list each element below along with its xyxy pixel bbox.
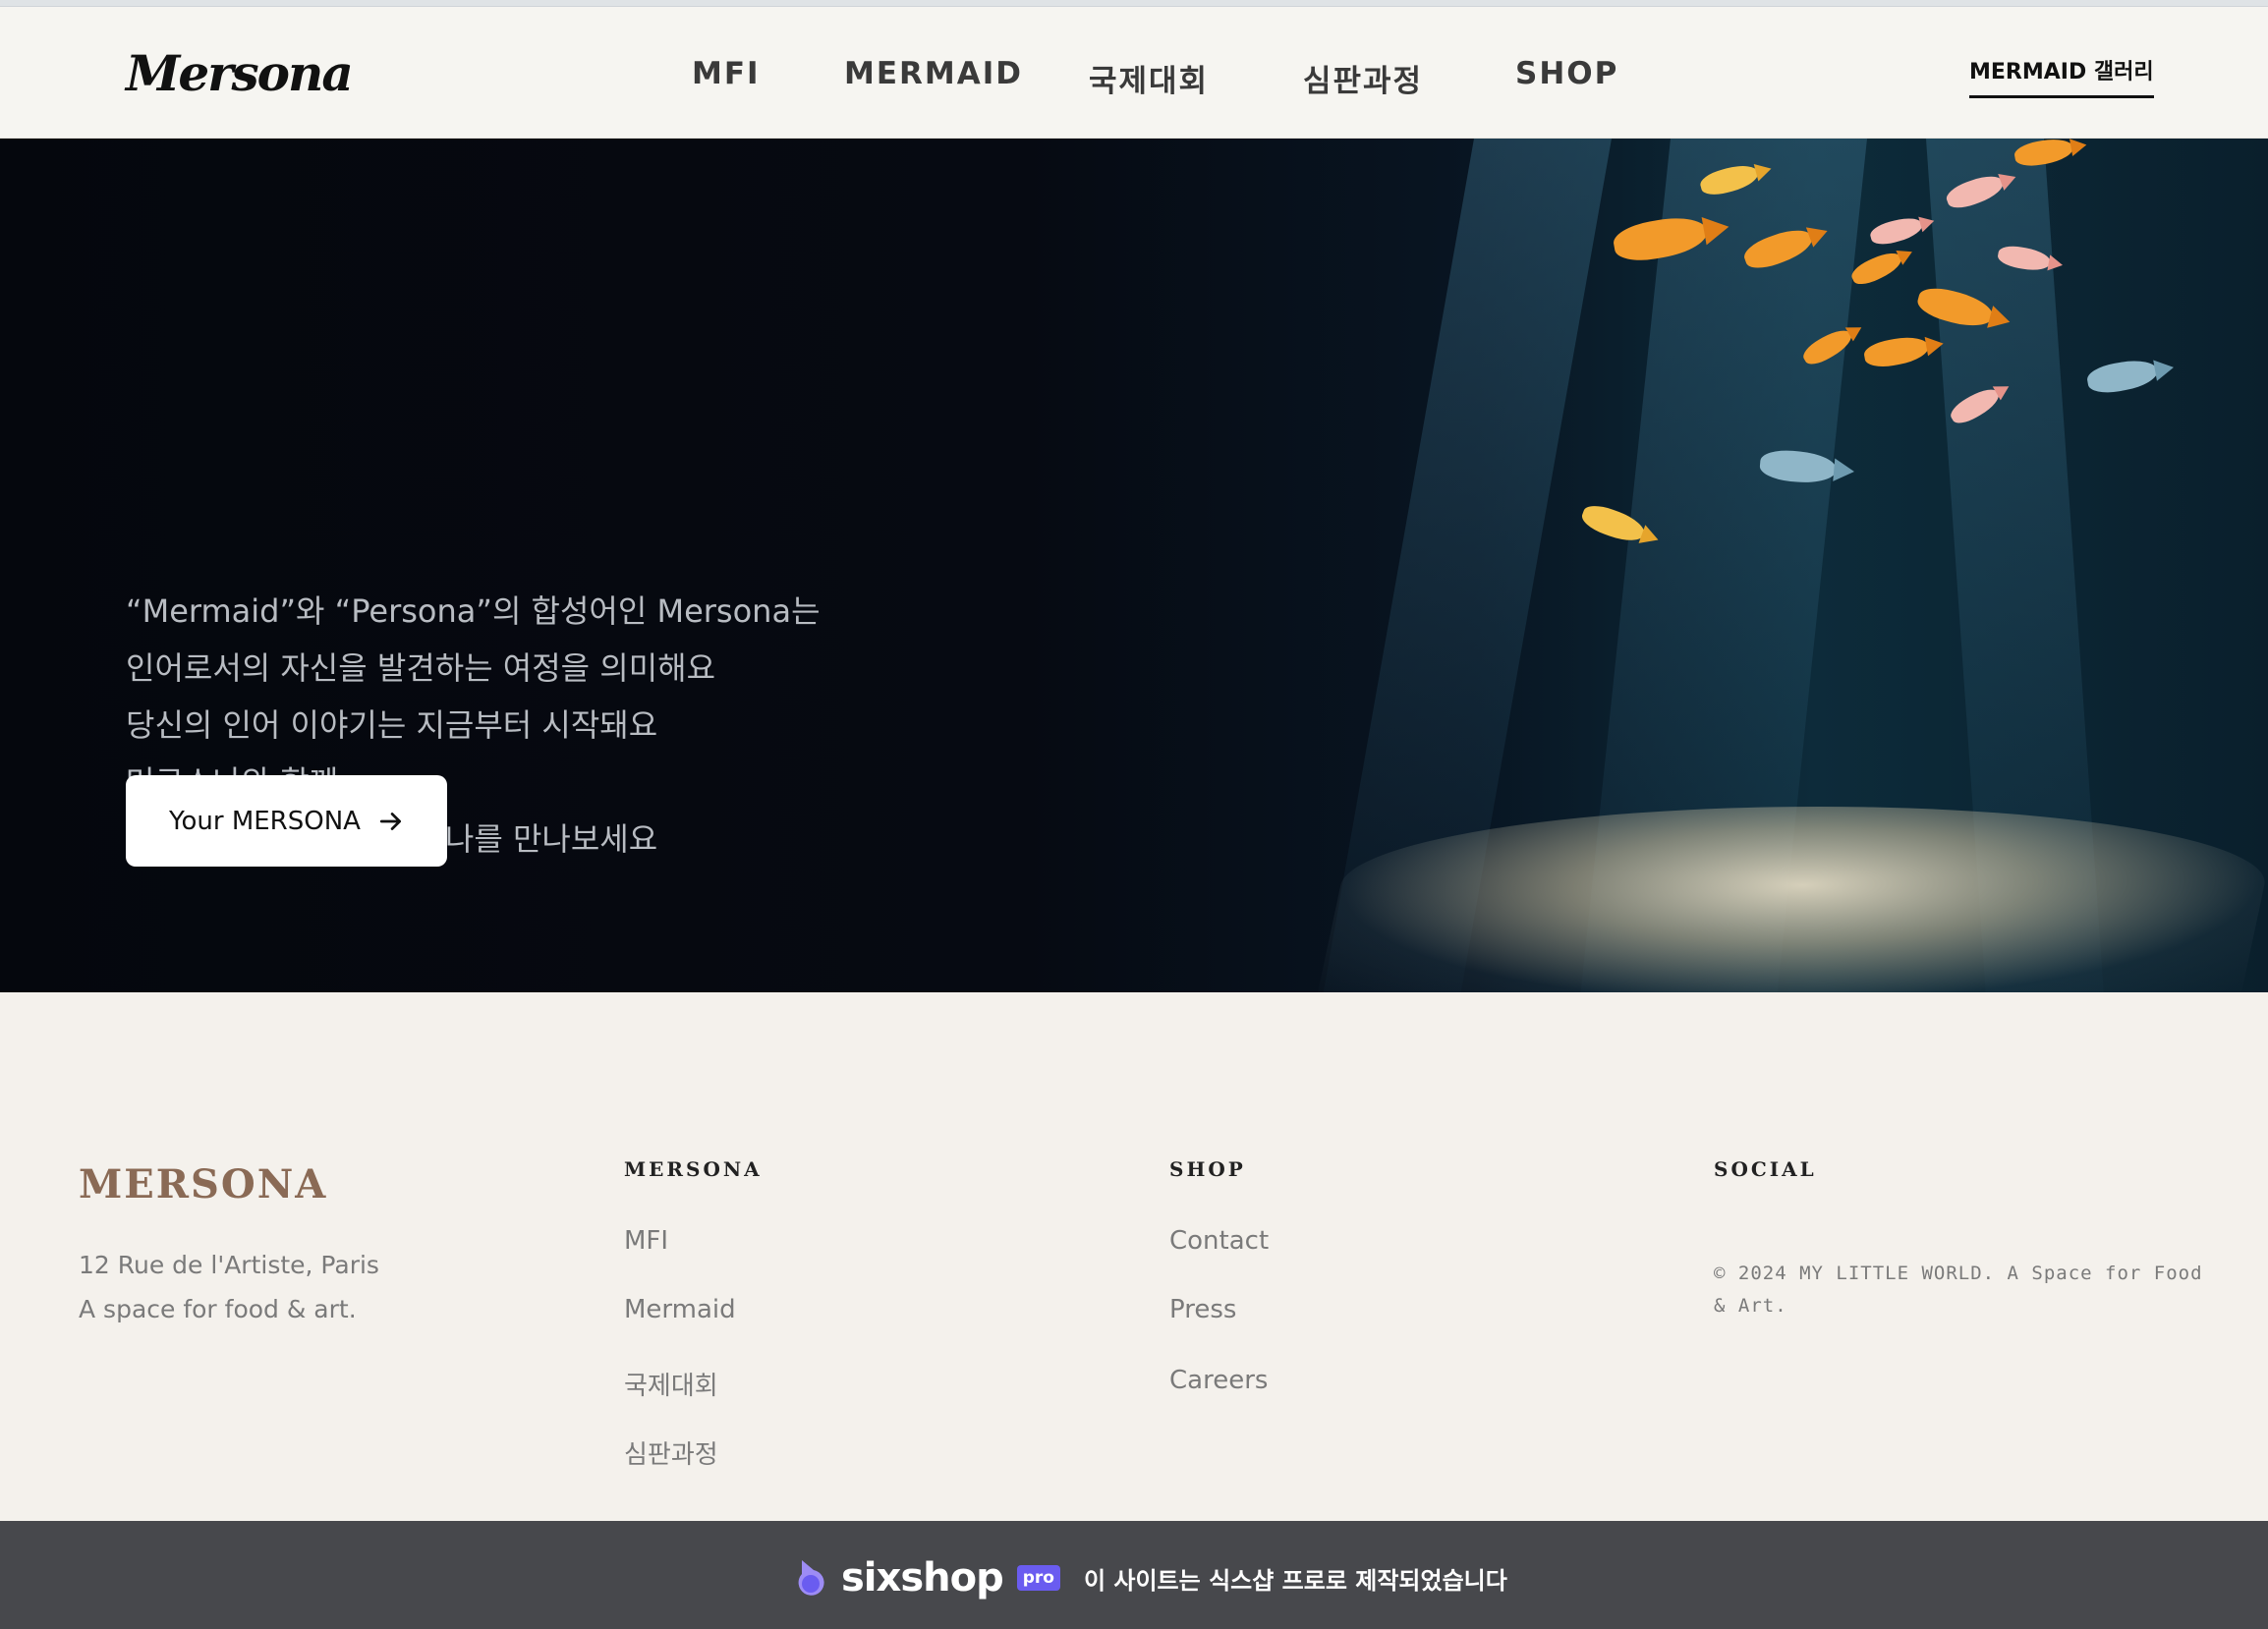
footer-link-mermaid[interactable]: Mermaid: [624, 1295, 736, 1324]
footer-col-title-mersona: MERSONA: [624, 1157, 763, 1181]
address-line: A space for food & art.: [79, 1295, 357, 1323]
site-footer: MERSONA 12 Rue de l'Artiste, Paris A spa…: [0, 992, 2268, 1521]
fish-image: [1847, 247, 1906, 290]
site-header: Mersona MFI MERMAID 국제대회 심판과정 SHOP MERMA…: [0, 7, 2268, 139]
address-line: 12 Rue de l'Artiste, Paris: [79, 1251, 379, 1279]
footer-address: 12 Rue de l'Artiste, Paris A space for f…: [79, 1243, 379, 1331]
footer-col-title-shop: SHOP: [1169, 1157, 1246, 1181]
sixshop-bar-text: 이 사이트는 식스샵 프로로 제작되었습니다: [1083, 1566, 1507, 1595]
footer-link-contact[interactable]: Contact: [1169, 1226, 1269, 1256]
footer-link-press[interactable]: Press: [1169, 1295, 1236, 1324]
footer-brand: MERSONA: [79, 1161, 328, 1208]
footer-copyright: © 2024 MY LITTLE WORLD. A Space for Food…: [1714, 1263, 2203, 1317]
your-mersona-button[interactable]: Your MERSONA: [126, 775, 447, 867]
footer-link-mfi[interactable]: MFI: [624, 1226, 668, 1256]
cta-label: Your MERSONA: [169, 806, 361, 836]
hero-line: 인어로서의 자신을 발견하는 여정을 의미해요: [126, 649, 716, 687]
nav-item-shop[interactable]: SHOP: [1515, 56, 1618, 91]
fish-image: [1862, 333, 1931, 370]
nav-item-mermaid[interactable]: MERMAID: [844, 56, 1023, 91]
pro-badge: pro: [1016, 1565, 1060, 1591]
footer-col-title-social: SOCIAL: [1714, 1157, 1817, 1181]
sixshop-bar[interactable]: sixshop pro 이 사이트는 식스샵 프로로 제작되었습니다: [0, 1521, 2268, 1629]
footer-inner: [79, 992, 2195, 1521]
nav-item-referee[interactable]: 심판과정: [1303, 56, 1423, 100]
nav-item-international[interactable]: 국제대회: [1089, 56, 1209, 100]
fish-image: [2085, 356, 2160, 397]
sixshop-bar-content: sixshop pro 이 사이트는 식스샵 프로로 제작되었습니다: [794, 1555, 1507, 1601]
hero-line: 당신의 인어 이야기는 지금부터 시작돼요: [126, 706, 658, 744]
footer-link-referee[interactable]: 심판과정: [624, 1434, 718, 1471]
sixshop-logo-text: sixshop: [841, 1555, 1004, 1601]
footer-link-international[interactable]: 국제대회: [624, 1366, 718, 1402]
fish-image: [1868, 213, 1925, 249]
hero-line: “Mermaid”와 “Persona”의 합성어인 Mersona는: [126, 592, 821, 630]
footer-link-careers[interactable]: Careers: [1169, 1366, 1268, 1395]
site-logo[interactable]: Mersona: [126, 44, 354, 102]
mermaid-gallery-link[interactable]: MERMAID 갤러리: [1969, 54, 2154, 98]
sunlit-floor-image: [1315, 807, 2268, 992]
browser-top-strip: [0, 0, 2268, 7]
nav-item-mfi[interactable]: MFI: [692, 56, 761, 91]
arrow-right-icon: [379, 812, 401, 830]
sixshop-logo-icon: [798, 1560, 824, 1596]
